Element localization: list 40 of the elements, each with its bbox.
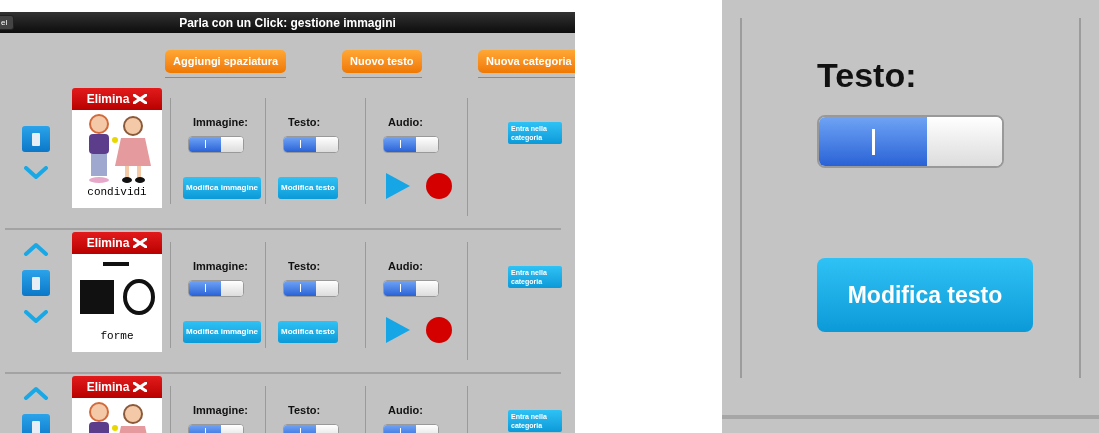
document-icon[interactable] (22, 414, 50, 433)
scissors-icon (133, 94, 148, 104)
record-icon[interactable] (426, 172, 452, 199)
scissors-icon (133, 238, 148, 248)
toggle-switch[interactable] (383, 135, 439, 153)
toggle-switch[interactable] (817, 115, 1004, 168)
setting-label: Audio: (388, 259, 424, 274)
setting-label: Audio: (388, 403, 424, 418)
edit-button[interactable]: Modifica immagine (183, 320, 261, 343)
toolbar-button[interactable]: Aggiungi spaziatura (165, 50, 287, 73)
back-button[interactable]: el (0, 15, 15, 30)
setting-label: Testo: (817, 55, 918, 95)
picture-caption: condividi (87, 185, 147, 200)
setting-label: Testo: (288, 403, 322, 418)
edit-button[interactable]: Modifica immagine (183, 176, 261, 199)
window-title: Parla con un Click: gestione immagini (179, 14, 396, 32)
document-icon[interactable] (22, 126, 50, 152)
toolbar-button[interactable]: Nuova categoria (478, 50, 575, 73)
toggle-switch[interactable] (188, 135, 244, 153)
setting-label: Immagine: (193, 115, 249, 130)
setting-label: Testo: (288, 259, 322, 274)
delete-button[interactable]: Elimina (72, 88, 162, 110)
toggle-switch[interactable] (283, 135, 339, 153)
setting-label: Immagine: (193, 259, 249, 274)
edit-button[interactable]: Modifica testo (278, 320, 338, 343)
edit-button[interactable]: Modifica testo (817, 258, 1033, 332)
delete-button[interactable]: Elimina (72, 376, 162, 398)
setting-label: Audio: (388, 115, 424, 130)
setting-label: Testo: (288, 115, 322, 130)
toggle-switch[interactable] (188, 279, 244, 297)
delete-button[interactable]: Elimina (72, 232, 162, 254)
toggle-switch[interactable] (383, 279, 439, 297)
record-icon[interactable] (426, 316, 452, 343)
document-icon[interactable] (22, 270, 50, 296)
toolbar-button[interactable]: Nuovo testo (342, 50, 422, 73)
edit-button[interactable]: Modifica testo (278, 176, 338, 199)
setting-label: Immagine: (193, 403, 249, 418)
picture-caption: forme (100, 329, 134, 344)
scissors-icon (133, 382, 148, 392)
toggle-switch[interactable] (283, 279, 339, 297)
